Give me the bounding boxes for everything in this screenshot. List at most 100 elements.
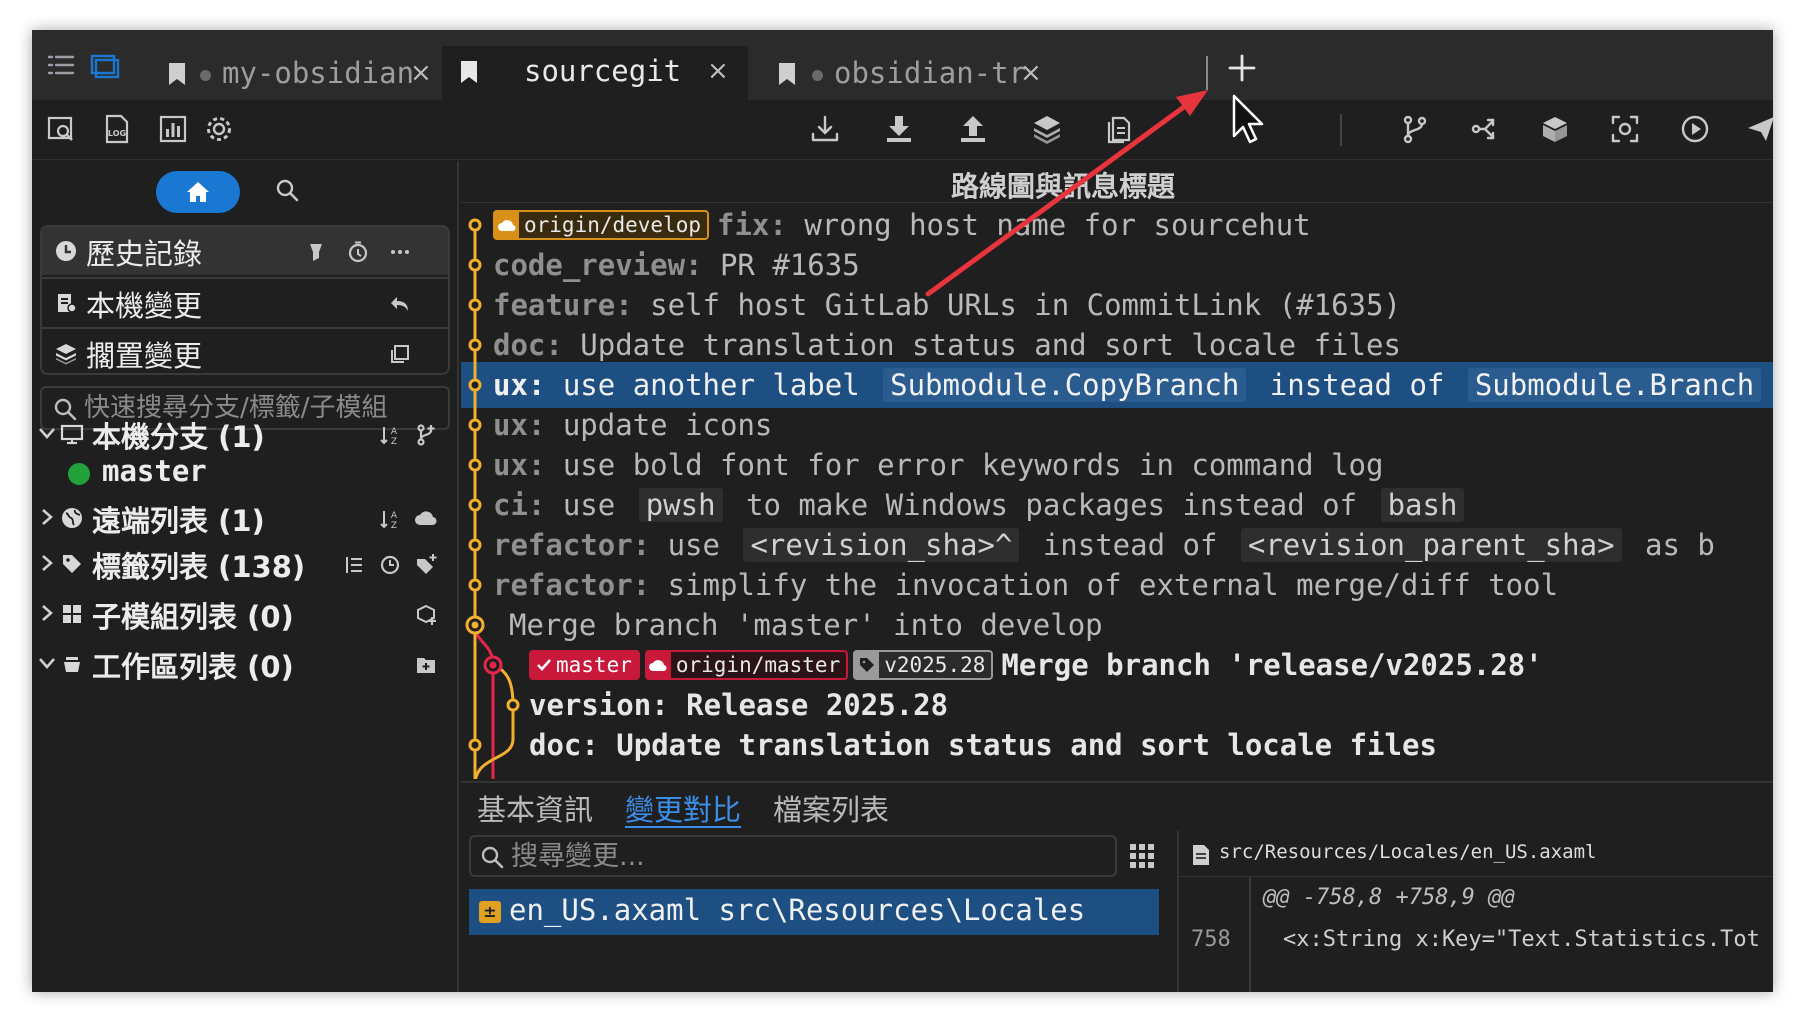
gear-icon[interactable] <box>202 112 236 146</box>
stashes-icon <box>56 344 76 365</box>
change-file: en_US.axaml src\Resources\Locales <box>509 893 1085 927</box>
tree-worktrees[interactable]: 工作區列表 (0) <box>32 641 459 687</box>
commit-dot <box>468 538 482 552</box>
new-tag-icon[interactable] <box>414 553 438 577</box>
close-icon[interactable]: × <box>707 56 729 86</box>
graph-lanes <box>465 218 520 779</box>
tab-my-obsidian[interactable]: my-obsidian × <box>140 48 436 100</box>
change-file-path: src\Resources\Locales <box>718 893 1086 927</box>
view-label: 擱置變更 <box>86 339 203 373</box>
highlight-icon[interactable] <box>304 240 328 264</box>
change-item[interactable]: ± en_US.axaml src\Resources\Locales <box>469 889 1159 935</box>
browse-icon[interactable] <box>44 112 78 146</box>
lfs-icon[interactable] <box>1538 112 1572 146</box>
new-branch-icon[interactable] <box>414 423 438 447</box>
apply-patch-icon[interactable] <box>1102 112 1136 146</box>
changes-search-input[interactable] <box>511 838 1111 874</box>
chevron-right-icon[interactable] <box>36 602 58 624</box>
diff-view: src/Resources/Locales/en_US.axaml @@ -75… <box>1177 831 1773 992</box>
more-icon[interactable] <box>388 240 412 264</box>
pull-icon[interactable] <box>882 112 916 146</box>
sort-icon[interactable]: AZ <box>378 507 402 531</box>
tree-label: 標籤列表 (138) <box>92 550 306 584</box>
tag-icon <box>63 555 81 573</box>
commit-dot <box>506 698 520 712</box>
grid-view-icon[interactable] <box>1127 841 1157 871</box>
chevron-down-icon[interactable] <box>36 652 58 674</box>
undo-icon[interactable] <box>388 292 412 316</box>
add-worktree-icon[interactable] <box>414 653 438 677</box>
add-remote-icon[interactable] <box>414 507 438 531</box>
diff-line: <x:String x:Key="Text.Statistics.Tot <box>1283 927 1760 952</box>
home-button[interactable] <box>156 171 240 213</box>
commit-dot <box>468 738 482 752</box>
tab-info[interactable]: 基本資訊 <box>477 787 593 829</box>
add-submodule-icon[interactable] <box>414 603 438 627</box>
log-icon[interactable]: LOG <box>100 112 134 146</box>
fetch-icon[interactable] <box>808 112 842 146</box>
close-icon[interactable]: × <box>410 58 432 88</box>
changes-search[interactable] <box>469 835 1117 877</box>
view-label: 歷史記錄 <box>86 237 203 271</box>
view-label: 本機變更 <box>86 289 203 323</box>
home-icon <box>187 182 209 202</box>
custom-action-icon[interactable] <box>1678 112 1712 146</box>
sort-time-icon[interactable] <box>378 553 402 577</box>
tab-changes[interactable]: 變更對比 <box>625 787 741 829</box>
diff-file-path: src/Resources/Locales/en_US.axaml <box>1219 841 1597 863</box>
commit-detail: 基本資訊 變更對比 檔案列表 ± en_US.axaml src\Resourc… <box>461 781 1773 992</box>
tree-view-icon[interactable] <box>342 553 366 577</box>
modified-icon: ± <box>479 901 501 923</box>
commit-dot <box>468 578 482 592</box>
svg-text:A: A <box>391 511 398 521</box>
search-icon[interactable] <box>272 175 304 207</box>
git-flow-icon[interactable] <box>1468 112 1502 146</box>
tab-obsidian-tr[interactable]: obsidian-tr × <box>754 48 1204 100</box>
commit-dot <box>468 298 482 312</box>
tab-dot <box>812 70 823 81</box>
graph-header: 路線圖與訊息標題 <box>461 161 1773 203</box>
push-icon[interactable] <box>956 112 990 146</box>
tree-label: 遠端列表 (1) <box>92 504 265 538</box>
statistics-icon[interactable] <box>156 112 190 146</box>
timer-icon[interactable] <box>346 240 370 264</box>
view-stashes[interactable]: 擱置變更 <box>42 327 448 373</box>
copy-icon[interactable] <box>388 342 412 366</box>
file-icon <box>1193 845 1209 865</box>
main-panel: 路線圖與訊息標題 origin/develop fix: wrong host n… <box>461 161 1773 992</box>
commit-dot <box>468 258 482 272</box>
close-icon[interactable]: × <box>1020 58 1042 88</box>
app-window: my-obsidian × sourcegit × obsidian-tr × … <box>32 30 1773 992</box>
branch-icon[interactable] <box>1398 112 1432 146</box>
tree-submodules[interactable]: 子模組列表 (0) <box>32 591 459 637</box>
commit-dot <box>468 378 482 392</box>
send-icon[interactable] <box>1744 112 1773 146</box>
head-commit-core <box>489 661 497 669</box>
tab-sourcegit[interactable]: sourcegit × <box>442 46 748 100</box>
sort-icon[interactable]: AZ <box>378 423 402 447</box>
tree-tags[interactable]: 標籤列表 (138) <box>32 541 459 587</box>
stash-icon[interactable] <box>1030 112 1064 146</box>
chevron-right-icon[interactable] <box>36 506 58 528</box>
bookmark-icon <box>169 63 185 85</box>
tab-dot <box>200 70 211 81</box>
branch-item-master[interactable]: master <box>32 451 459 497</box>
chevron-down-icon[interactable] <box>36 422 58 444</box>
diff-gutter <box>1249 877 1251 992</box>
bisect-icon[interactable] <box>1608 112 1642 146</box>
workspace-icon[interactable] <box>88 48 122 82</box>
tab-label: sourcegit <box>524 54 682 88</box>
toolbar-separator <box>1340 114 1342 146</box>
tree-remotes[interactable]: 遠端列表 (1) AZ <box>32 495 459 541</box>
view-history[interactable]: 歷史記錄 <box>42 227 448 275</box>
tab-files[interactable]: 檔案列表 <box>773 787 889 829</box>
commit-dot <box>468 458 482 472</box>
chevron-right-icon[interactable] <box>36 552 58 574</box>
plus-icon[interactable] <box>1220 46 1264 90</box>
svg-text:Z: Z <box>391 437 397 447</box>
list-icon[interactable] <box>44 48 78 82</box>
history-icon <box>56 241 76 261</box>
commit-dot <box>468 498 482 512</box>
view-local-changes[interactable]: 本機變更 <box>42 277 448 325</box>
toolbar: LOG <box>32 100 1773 160</box>
